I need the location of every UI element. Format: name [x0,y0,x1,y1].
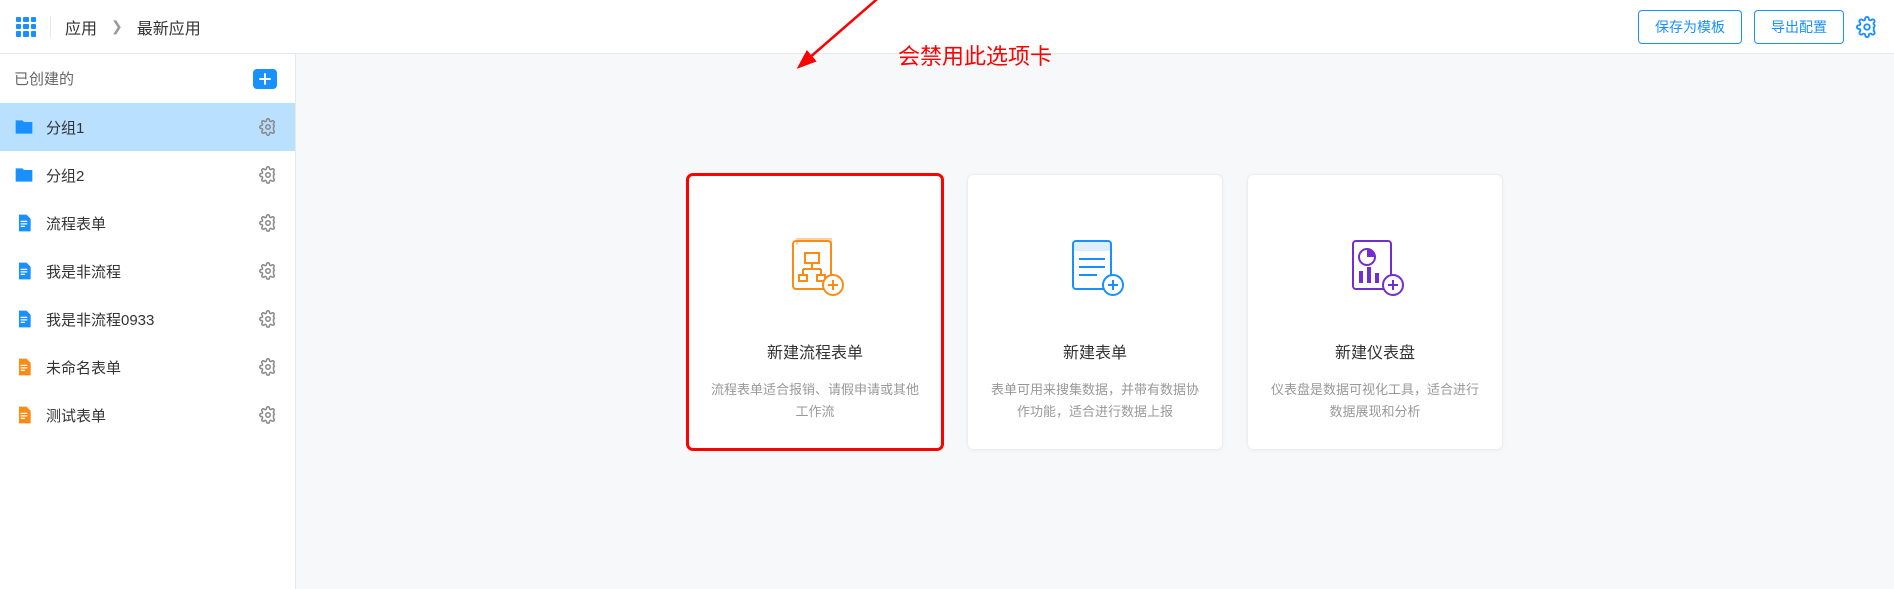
sidebar-item-label: 我是非流程 [46,261,247,282]
sidebar-item-label: 流程表单 [46,213,247,234]
sidebar-item-6[interactable]: 测试表单 [0,391,295,439]
sidebar-item-0[interactable]: 分组1 [0,103,295,151]
card-title: 新建仪表盘 [1335,339,1415,363]
header-left: 应用 ❯ 最新应用 [16,15,201,39]
sidebar-item-1[interactable]: 分组2 [0,151,295,199]
gear-icon[interactable] [259,166,277,184]
save-template-button[interactable]: 保存为模板 [1638,10,1742,44]
dashboard-icon [1343,235,1407,299]
card-title: 新建表单 [1063,339,1127,363]
sidebar-item-4[interactable]: 我是非流程0933 [0,295,295,343]
settings-icon[interactable] [1856,16,1878,38]
flow-form-icon [783,235,847,299]
sidebar-item-label: 分组1 [46,117,247,138]
card-description: 仪表盘是数据可视化工具，适合进行数据展现和分析 [1268,379,1482,423]
main-content: 新建流程表单流程表单适合报销、请假申请或其他工作流新建表单表单可用来搜集数据，并… [296,54,1894,589]
form-icon [1063,235,1127,299]
cards-row: 新建流程表单流程表单适合报销、请假申请或其他工作流新建表单表单可用来搜集数据，并… [296,174,1894,450]
header-right: 保存为模板 导出配置 [1638,10,1878,44]
sidebar: 已创建的 分组1 分组2 流程表单我是非流程我是非流程0933 未命名表单测试表单 [0,54,296,589]
document-icon [14,405,34,425]
create-card-2[interactable]: 新建仪表盘仪表盘是数据可视化工具，适合进行数据展现和分析 [1247,174,1503,450]
sidebar-item-label: 我是非流程0933 [46,309,247,330]
document-icon [14,357,34,377]
header: 应用 ❯ 最新应用 保存为模板 导出配置 [0,0,1894,54]
document-icon [14,213,34,233]
export-config-button[interactable]: 导出配置 [1754,10,1844,44]
sidebar-item-label: 测试表单 [46,405,247,426]
add-button[interactable] [253,69,277,89]
apps-grid-icon[interactable] [16,17,36,37]
card-description: 表单可用来搜集数据，并带有数据协作功能，适合进行数据上报 [988,379,1202,423]
sidebar-title: 已创建的 [14,68,74,89]
chevron-right-icon: ❯ [111,18,123,35]
sidebar-item-3[interactable]: 我是非流程 [0,247,295,295]
gear-icon[interactable] [259,406,277,424]
sidebar-item-5[interactable]: 未命名表单 [0,343,295,391]
create-card-0[interactable]: 新建流程表单流程表单适合报销、请假申请或其他工作流 [687,174,943,450]
gear-icon[interactable] [259,358,277,376]
breadcrumb-current: 最新应用 [137,15,201,39]
sidebar-list: 分组1 分组2 流程表单我是非流程我是非流程0933 未命名表单测试表单 [0,103,295,439]
sidebar-item-label: 分组2 [46,165,247,186]
create-card-1[interactable]: 新建表单表单可用来搜集数据，并带有数据协作功能，适合进行数据上报 [967,174,1223,450]
document-icon [14,309,34,329]
gear-icon[interactable] [259,262,277,280]
breadcrumb-root[interactable]: 应用 [65,15,97,39]
document-icon [14,261,34,281]
folder-icon [14,165,34,185]
sidebar-item-2[interactable]: 流程表单 [0,199,295,247]
gear-icon[interactable] [259,118,277,136]
sidebar-item-label: 未命名表单 [46,357,247,378]
annotation-arrow-icon [796,0,916,74]
card-title: 新建流程表单 [767,339,863,363]
gear-icon[interactable] [259,214,277,232]
separator [50,16,51,38]
sidebar-header: 已创建的 [0,54,295,103]
card-description: 流程表单适合报销、请假申请或其他工作流 [708,379,922,423]
folder-icon [14,117,34,137]
gear-icon[interactable] [259,310,277,328]
